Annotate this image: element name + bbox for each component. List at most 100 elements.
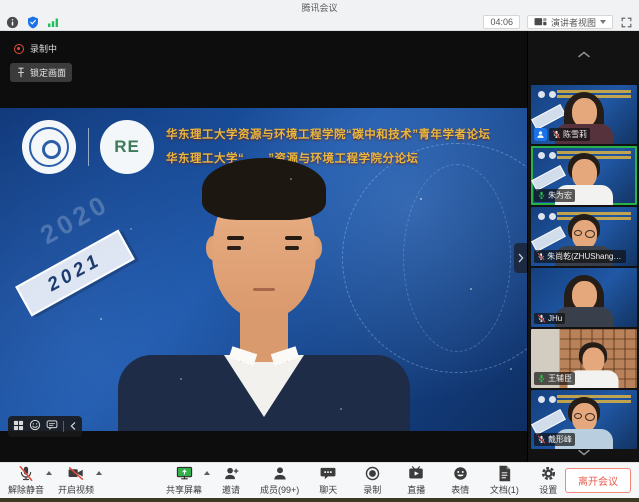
settings-label: 设置 xyxy=(539,483,557,496)
unmute-button[interactable]: 解除静音 xyxy=(8,465,44,496)
invite-button[interactable]: 邀请 xyxy=(216,465,246,496)
mic-muted-icon xyxy=(537,252,545,261)
video-overlay-controls xyxy=(8,416,82,437)
participant-tile[interactable]: 戴形峰 xyxy=(531,390,637,449)
participant-tiles: 陈雪莉 朱为宏 xyxy=(531,85,637,449)
view-mode-button[interactable]: 演讲者视图 xyxy=(527,15,613,29)
layout-grid-icon[interactable] xyxy=(13,418,24,436)
mic-muted-icon xyxy=(537,314,546,323)
participant-label: 朱尚乾(ZHUShangqian) xyxy=(534,250,626,263)
main-video-feed[interactable]: RE 华东理工大学资源与环境工程学院“碳中和技术”青年学者论坛 华东理工大学“…… xyxy=(0,108,527,431)
docs-button[interactable]: 文档(1) xyxy=(489,465,519,496)
globe-decoration xyxy=(342,143,527,373)
record-button[interactable]: 录制 xyxy=(357,465,387,496)
main-speaker-area: 录制中 锁定画面 RE 华东理工大学资源与环境工程学院“碳中和技术”青年学者论坛… xyxy=(0,31,527,462)
scroll-down-chevron[interactable] xyxy=(528,449,639,456)
emoji-label: 表情 xyxy=(451,483,469,496)
scroll-up-chevron[interactable] xyxy=(528,51,639,58)
desktop-background-strip xyxy=(0,498,639,502)
camera-muted-icon xyxy=(66,465,86,482)
re-logo: RE xyxy=(100,120,154,174)
speaker-view-icon xyxy=(534,17,547,28)
start-video-label: 开启视频 xyxy=(58,483,94,496)
start-video-button[interactable]: 开启视频 xyxy=(58,465,94,496)
participant-tile[interactable]: JHu xyxy=(531,268,637,327)
participant-tile[interactable]: 王辅臣 xyxy=(531,329,637,388)
participant-name: 戴形峰 xyxy=(548,434,572,445)
share-screen-icon xyxy=(175,465,194,482)
video-options-caret[interactable] xyxy=(96,471,102,475)
pin-icon xyxy=(16,67,26,78)
header-row: 04:06 演讲者视图 xyxy=(0,14,639,31)
participant-tile[interactable]: 陈雪莉 xyxy=(531,85,637,144)
unmute-label: 解除静音 xyxy=(8,483,44,496)
document-icon xyxy=(497,465,512,482)
invite-label: 邀请 xyxy=(222,483,240,496)
security-shield-icon[interactable] xyxy=(26,16,39,29)
meeting-content: 录制中 锁定画面 RE 华东理工大学资源与环境工程学院“碳中和技术”青年学者论坛… xyxy=(0,31,639,462)
leave-meeting-button[interactable]: 离开会议 xyxy=(565,468,631,493)
bottom-toolbar: 解除静音 开启视频 共享屏幕 邀请 xyxy=(0,462,639,498)
participant-tile[interactable]: 朱尚乾(ZHUShangqian) xyxy=(531,207,637,266)
header-right-controls: 04:06 演讲者视图 xyxy=(483,15,633,29)
chat-icon xyxy=(319,465,337,482)
mic-on-icon xyxy=(537,374,546,383)
participant-label: 陈雪莉 xyxy=(534,128,590,141)
emoji-overlay-icon[interactable] xyxy=(29,418,41,436)
meeting-info-icon[interactable] xyxy=(6,16,19,29)
meeting-window: 腾讯会议 04:06 演讲者视图 xyxy=(0,0,639,502)
recording-indicator: 录制中 xyxy=(14,42,57,55)
members-label: 成员(99+) xyxy=(260,483,299,496)
emoji-button[interactable]: 表情 xyxy=(445,465,475,496)
chat-overlay-icon[interactable] xyxy=(46,418,58,436)
participant-name: 朱尚乾(ZHUShangqian) xyxy=(547,251,623,262)
app-title: 腾讯会议 xyxy=(301,1,337,14)
chat-button[interactable]: 聊天 xyxy=(313,465,343,496)
record-icon xyxy=(364,465,381,482)
host-badge-icon xyxy=(534,128,547,141)
pin-view-button[interactable]: 锁定画面 xyxy=(10,63,72,82)
participant-label: 戴形峰 xyxy=(534,433,575,446)
meeting-timer: 04:06 xyxy=(483,15,520,29)
titlebar: 腾讯会议 xyxy=(0,0,639,14)
chevron-down-icon xyxy=(600,20,606,24)
recording-label: 录制中 xyxy=(30,42,57,55)
docs-label: 文档(1) xyxy=(490,483,519,496)
banner-title-line1: 华东理工大学资源与环境工程学院“碳中和技术”青年学者论坛 xyxy=(166,126,491,142)
share-screen-label: 共享屏幕 xyxy=(166,483,202,496)
live-label: 直播 xyxy=(407,483,425,496)
university-logo xyxy=(22,120,76,174)
mic-muted-icon xyxy=(17,465,35,482)
participant-name: JHu xyxy=(548,314,562,323)
pill-divider xyxy=(63,421,64,432)
mic-muted-icon xyxy=(552,130,561,139)
share-options-caret[interactable] xyxy=(204,471,210,475)
participants-sidebar: 陈雪莉 朱为宏 xyxy=(527,31,639,462)
members-button[interactable]: 成员(99+) xyxy=(260,465,299,496)
chevron-right-icon xyxy=(517,252,525,264)
emoji-icon xyxy=(452,465,469,482)
view-mode-label: 演讲者视图 xyxy=(551,16,596,29)
mic-muted-icon xyxy=(537,435,546,444)
participant-name: 王辅臣 xyxy=(548,373,572,384)
collapse-left-icon[interactable] xyxy=(69,418,77,436)
invite-icon xyxy=(222,465,241,482)
share-screen-button[interactable]: 共享屏幕 xyxy=(166,465,202,496)
ribbon-year-text: 2021 xyxy=(44,249,106,296)
fullscreen-icon[interactable] xyxy=(620,16,633,29)
members-icon xyxy=(271,465,289,482)
participant-label: 朱为宏 xyxy=(534,189,575,202)
mic-options-caret[interactable] xyxy=(46,471,52,475)
timer-value: 04:06 xyxy=(490,17,513,27)
participant-tile[interactable]: 朱为宏 xyxy=(531,146,637,205)
record-label: 录制 xyxy=(363,483,381,496)
live-button[interactable]: 直播 xyxy=(401,465,431,496)
network-signal-icon[interactable] xyxy=(46,16,59,29)
sidebar-collapse-handle[interactable] xyxy=(514,243,527,273)
recording-dot-icon xyxy=(14,44,24,54)
year-ribbon: 2021 xyxy=(15,230,135,317)
participant-label: 王辅臣 xyxy=(534,372,575,385)
participant-label: JHu xyxy=(534,313,565,324)
settings-button[interactable]: 设置 xyxy=(533,465,563,496)
logo-divider xyxy=(88,128,89,166)
